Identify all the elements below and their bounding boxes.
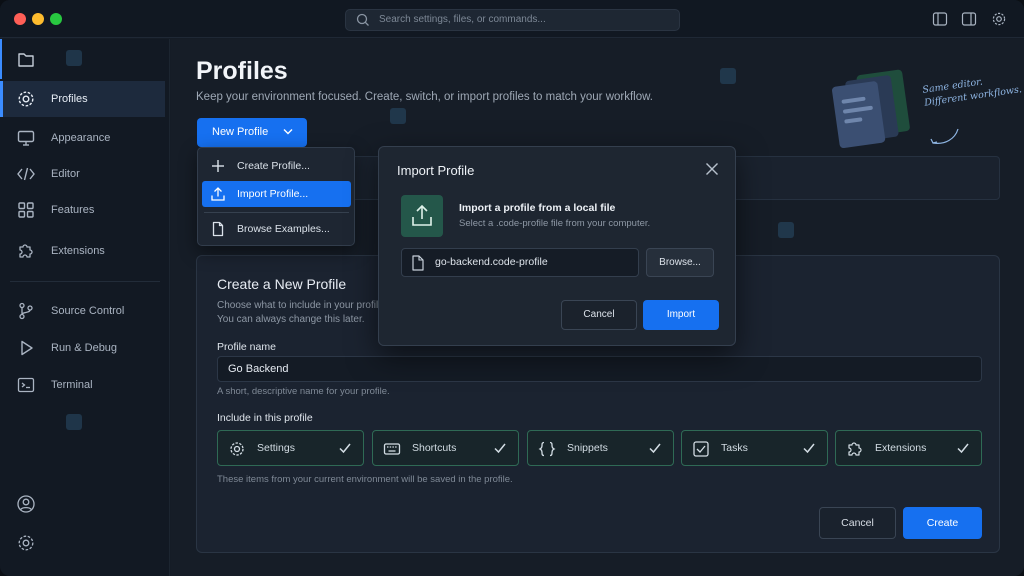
dialog-title: Import Profile — [397, 163, 475, 178]
file-path-value: go-backend.code-profile — [435, 256, 548, 268]
file-path-input[interactable]: go-backend.code-profile — [401, 248, 639, 277]
gear-icon — [230, 442, 244, 456]
account-icon[interactable] — [16, 494, 36, 514]
check-icon — [803, 443, 815, 454]
close-icon[interactable] — [705, 162, 719, 176]
manage-gear-icon[interactable] — [16, 533, 36, 553]
search-placeholder: Search settings, files, or commands... — [379, 14, 546, 25]
sidebar-item-source-control[interactable]: Source Control — [0, 293, 165, 329]
sidebar-item-extensions[interactable]: Extensions — [0, 233, 165, 269]
toggle-sidebar-icon[interactable] — [932, 11, 948, 27]
include-snippets-chip[interactable]: Snippets — [527, 430, 674, 466]
new-profile-label: New Profile — [212, 126, 269, 138]
puzzle-icon — [19, 244, 33, 258]
check-icon — [957, 443, 969, 454]
include-help: These items from your current environmen… — [217, 474, 513, 485]
chevron-down-icon — [283, 129, 293, 135]
watermark-icon — [66, 50, 82, 66]
menu-item-browse-examples[interactable]: Browse Examples... — [202, 216, 351, 242]
include-tasks-chip[interactable]: Tasks — [681, 430, 828, 466]
check-icon — [339, 443, 351, 454]
minimize-window-button[interactable] — [32, 13, 44, 25]
maximize-window-button[interactable] — [50, 13, 62, 25]
sidebar-item-profiles[interactable]: Profiles — [0, 81, 165, 117]
sidebar-item-explorer[interactable] — [0, 42, 165, 78]
settings-gear-icon[interactable] — [991, 11, 1007, 27]
watermark-icon — [778, 222, 794, 238]
sidebar-item-label: Terminal — [51, 379, 93, 391]
profile-name-input[interactable]: Go Backend — [217, 356, 982, 382]
import-subtext: Select a .code-profile file from your co… — [459, 218, 651, 229]
include-label: Include in this profile — [217, 412, 313, 424]
check-icon — [494, 443, 506, 454]
sidebar-item-terminal[interactable]: Terminal — [0, 367, 165, 403]
sidebar-divider — [10, 281, 160, 282]
menu-item-import-profile[interactable]: Import Profile... — [202, 181, 351, 207]
sidebar: Profiles Appearance Editor Features Exte… — [0, 39, 170, 576]
grid-icon — [18, 202, 34, 218]
new-profile-menu: Create Profile... Import Profile... Brow… — [197, 147, 355, 246]
include-settings-chip[interactable]: Settings — [217, 430, 364, 466]
profile-name-help: A short, descriptive name for your profi… — [217, 386, 390, 397]
sidebar-item-label: Source Control — [51, 305, 125, 317]
files-icon — [18, 53, 34, 67]
command-search-input[interactable]: Search settings, files, or commands... — [345, 9, 680, 31]
code-icon — [17, 167, 35, 181]
title-bar: Search settings, files, or commands... — [0, 0, 1024, 38]
page-title: Profiles — [196, 57, 288, 85]
import-profile-dialog: Import Profile Import a profile from a l… — [378, 146, 736, 346]
file-icon — [412, 255, 424, 271]
menu-item-create-profile[interactable]: Create Profile... — [202, 153, 351, 179]
card-description: Choose what to include in your profile — [217, 300, 384, 311]
include-extensions-chip[interactable]: Extensions — [835, 430, 982, 466]
document-icon — [212, 221, 224, 237]
create-button[interactable]: Create — [903, 507, 982, 539]
include-shortcuts-chip[interactable]: Shortcuts — [372, 430, 519, 466]
sidebar-item-editor[interactable]: Editor — [0, 156, 165, 192]
search-icon — [356, 13, 369, 26]
split-panel-icon[interactable] — [961, 11, 977, 27]
check-icon — [649, 443, 661, 454]
play-icon — [21, 340, 33, 356]
upload-icon — [211, 187, 225, 201]
sidebar-item-label: Profiles — [51, 93, 88, 105]
watermark-icon — [720, 68, 736, 84]
braces-icon — [538, 441, 556, 457]
sidebar-item-label: Extensions — [51, 245, 105, 257]
profile-name-label: Profile name — [217, 341, 276, 353]
sidebar-item-label: Run & Debug — [51, 342, 118, 354]
monitor-icon — [17, 130, 35, 146]
puzzle-icon — [848, 442, 862, 456]
watermark-icon — [66, 414, 82, 430]
keyboard-icon — [383, 443, 401, 455]
sidebar-item-features[interactable]: Features — [0, 192, 165, 228]
sidebar-item-label: Appearance — [51, 132, 111, 144]
page-subtitle: Keep your environment focused. Create, s… — [196, 91, 654, 103]
close-window-button[interactable] — [14, 13, 26, 25]
menu-divider — [204, 212, 349, 213]
sidebar-item-appearance[interactable]: Appearance — [0, 120, 165, 156]
sidebar-item-label: Editor — [51, 168, 80, 180]
app-window: Search settings, files, or commands... P… — [0, 0, 1024, 576]
sidebar-item-run-debug[interactable]: Run & Debug — [0, 330, 165, 366]
terminal-icon — [17, 377, 35, 393]
cancel-button[interactable]: Cancel — [819, 507, 896, 539]
watermark-icon — [390, 108, 406, 124]
card-description-2: You can always change this later. — [217, 314, 365, 325]
gear-icon — [18, 91, 34, 107]
sidebar-item-label: Features — [51, 204, 95, 216]
browse-button[interactable]: Browse... — [646, 248, 714, 277]
checkbox-icon — [693, 441, 709, 457]
import-heading: Import a profile from a local file — [459, 202, 616, 214]
dialog-cancel-button[interactable]: Cancel — [561, 300, 637, 330]
import-button[interactable]: Import — [643, 300, 719, 330]
upload-tile — [401, 195, 443, 237]
new-profile-button[interactable]: New Profile — [197, 118, 307, 147]
card-title: Create a New Profile — [217, 276, 347, 292]
plus-icon — [212, 160, 224, 172]
branch-icon — [19, 302, 33, 320]
upload-icon — [412, 204, 432, 226]
